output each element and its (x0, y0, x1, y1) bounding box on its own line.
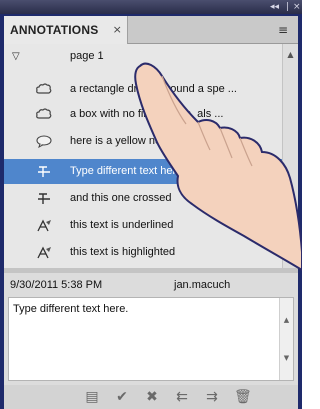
list-item[interactable]: and this one crossed (4, 186, 282, 211)
strikeout-icon (38, 166, 50, 177)
tab-annotations[interactable]: ANNOTATIONS × (4, 16, 128, 44)
tab-close-icon[interactable]: × (113, 23, 122, 36)
page-label: page 1 (70, 50, 104, 62)
cloud-icon (36, 108, 52, 119)
trash-icon[interactable]: 🗑 (234, 390, 252, 404)
list-item-label: here is a yellow note (70, 135, 171, 147)
annotation-date: 9/30/2011 5:38 PM (10, 279, 103, 291)
cross-icon[interactable]: ✖ (144, 390, 160, 404)
annotation-meta: 9/30/2011 5:38 PM jan.macuch (10, 277, 292, 295)
list-item-label: and this one crossed (70, 192, 172, 204)
annotation-details: 9/30/2011 5:38 PM jan.macuch Type differ… (4, 273, 298, 385)
tab-bar: ANNOTATIONS × ≡ (4, 16, 298, 44)
highlight-icon (37, 219, 51, 232)
list-item-label: a rectangle drawn around a spe ... (70, 83, 237, 95)
panel-menu-icon[interactable]: ≡ (274, 23, 292, 37)
list-item-label: this text is underlined (70, 219, 174, 231)
title-separator: | (286, 2, 290, 12)
scroll-up-icon[interactable]: ▲ (280, 314, 293, 326)
list-item[interactable]: this text is underlined (4, 213, 282, 238)
list-item[interactable]: here is a yellow note (4, 129, 282, 154)
previous-annotation-icon[interactable]: ⇇ (174, 390, 190, 404)
expand-triangle-icon[interactable]: ▽ (12, 44, 24, 69)
tab-title: ANNOTATIONS (10, 23, 99, 37)
close-icon[interactable]: × (293, 0, 301, 14)
collapse-icon[interactable]: ◂◂ (270, 0, 279, 14)
tree-node-page[interactable]: ▽ page 1 (4, 44, 282, 69)
next-annotation-icon[interactable]: ⇉ (204, 390, 220, 404)
scroll-down-icon[interactable]: ▼ (283, 250, 298, 264)
comment-scrollbar[interactable]: ▲ ▼ (279, 298, 293, 380)
comment-textarea[interactable]: Type different text here. ▲ ▼ (8, 297, 294, 381)
annotations-panel: ◂◂ | × ANNOTATIONS × ≡ ▽ page 1 a rectan… (0, 0, 302, 409)
highlight-icon (37, 246, 51, 259)
note-tool-icon[interactable]: ▤ (84, 390, 100, 404)
annotation-list: ▽ page 1 a rectangle drawn around a spe … (4, 44, 298, 268)
cloud-icon (36, 83, 52, 94)
list-item-selected[interactable]: Type different text here. (4, 159, 282, 184)
list-item-label: this text is highlighted (70, 246, 176, 258)
scroll-down-icon[interactable]: ▼ (280, 352, 293, 364)
list-item-label: a box with no fill, corners, als ... (70, 108, 224, 120)
speech-bubble-icon (36, 135, 52, 148)
annotation-author: jan.macuch (174, 279, 231, 291)
panel-title-bar: ◂◂ | × (0, 0, 302, 14)
strikeout-icon (38, 193, 50, 204)
list-item[interactable]: a rectangle drawn around a spe ... (4, 77, 282, 102)
list-item[interactable]: a box with no fill, corners, als ... (4, 102, 282, 127)
comment-text: Type different text here. (13, 303, 129, 315)
scroll-up-icon[interactable]: ▲ (283, 48, 298, 62)
list-item-label: Type different text here. (70, 165, 186, 177)
list-scrollbar[interactable]: ▲ ▼ (282, 44, 298, 268)
annotation-toolbar: ▤ ✔ ✖ ⇇ ⇉ 🗑 (4, 385, 298, 409)
checkmark-icon[interactable]: ✔ (114, 390, 130, 404)
list-item[interactable]: this text is highlighted (4, 240, 282, 265)
